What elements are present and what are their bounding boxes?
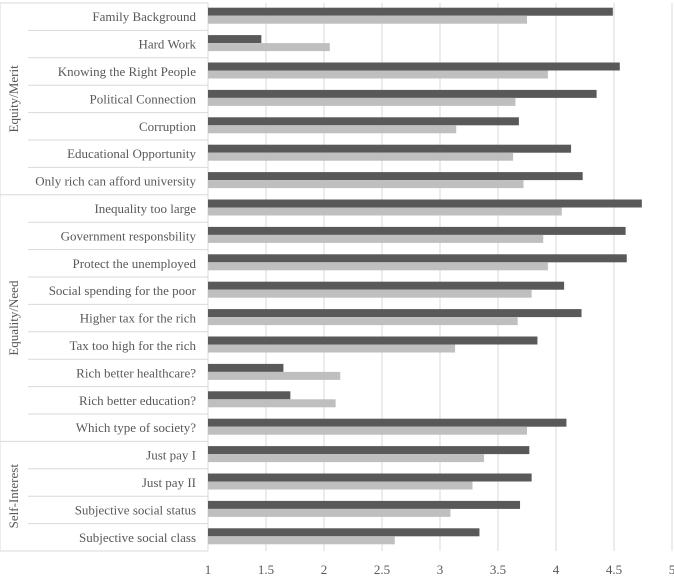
category-label: Corruption [139,119,197,134]
bar-series-2 [208,180,524,189]
bar-series-2 [208,152,514,161]
category-label: Protect the unemployed [73,256,197,271]
bar-series-1 [208,281,565,290]
category-label: Rich better healthcare? [76,365,196,380]
bar-series-2 [208,536,395,545]
bar-series-2 [208,70,548,79]
bar-series-1 [208,62,620,71]
category-label: Inequality too large [94,201,196,216]
bar-series-1 [208,500,521,509]
category-label: Hard Work [138,37,196,52]
bar-series-1 [208,144,572,153]
x-tick-label: 2 [321,562,328,577]
category-label: Subjective social class [79,530,196,545]
bar-series-1 [208,446,530,455]
bar-series-1 [208,89,597,98]
x-tick-label: 5 [669,562,674,577]
category-label: Higher tax for the rich [80,311,197,326]
category-label: Only rich can afford university [35,174,196,189]
bar-series-2 [208,15,527,24]
bar-series-2 [208,262,548,271]
category-label: Family Background [92,9,196,24]
bar-series-1 [208,336,538,345]
bar-series-2 [208,344,456,353]
bar-series-1 [208,7,613,16]
bar-series-2 [208,97,516,106]
bar-series-1 [208,35,262,44]
bar-series-2 [208,481,473,490]
bar-series-1 [208,391,291,400]
category-label: Government responsbility [61,228,197,243]
bar-series-1 [208,226,626,235]
category-label: Which type of society? [76,420,196,435]
bar-series-1 [208,363,284,372]
bar-series-2 [208,43,330,52]
bar-series-2 [208,371,341,380]
x-tick-label: 4 [553,562,560,577]
bar-series-1 [208,199,642,208]
bar-series-1 [208,172,583,181]
bar-series-2 [208,125,457,134]
bar-series-1 [208,528,480,537]
category-label: Just pay I [146,448,196,463]
bar-series-2 [208,399,336,408]
category-label: Tax too high for the rich [69,338,196,353]
x-tick-label: 3.5 [490,562,506,577]
x-tick-label: 3 [437,562,444,577]
category-label: Social spending for the poor [49,283,197,298]
bar-series-2 [208,426,527,435]
category-label: Political Connection [89,91,196,106]
x-tick-label: 4.5 [606,562,622,577]
bar-series-1 [208,418,567,427]
bar-series-1 [208,309,582,318]
bar-series-2 [208,454,485,463]
bar-series-1 [208,254,627,263]
x-tick-label: 2.5 [374,562,390,577]
bar-series-1 [208,473,532,482]
category-label: Educational Opportunity [67,146,196,161]
group-label: Equity/Merit [6,65,21,133]
group-label: Equality/Need [6,280,21,356]
bar-series-2 [208,289,532,298]
bar-series-2 [208,317,518,326]
category-label: Knowing the Right People [58,64,197,79]
bar-series-1 [208,117,519,126]
category-label: Rich better education? [79,393,196,408]
bar-series-2 [208,508,451,517]
category-label: Subjective social status [75,502,196,517]
category-label: Just pay II [142,475,196,490]
x-tick-label: 1 [205,562,212,577]
bar-series-2 [208,234,544,243]
x-tick-label: 1.5 [258,562,274,577]
group-label: Self-Interest [6,464,21,529]
horizontal-bar-chart: 1 1.5 2 2.5 3 3.5 4 4.5 5 Family Background Hard W… [0,2,674,577]
bar-series-2 [208,207,562,216]
